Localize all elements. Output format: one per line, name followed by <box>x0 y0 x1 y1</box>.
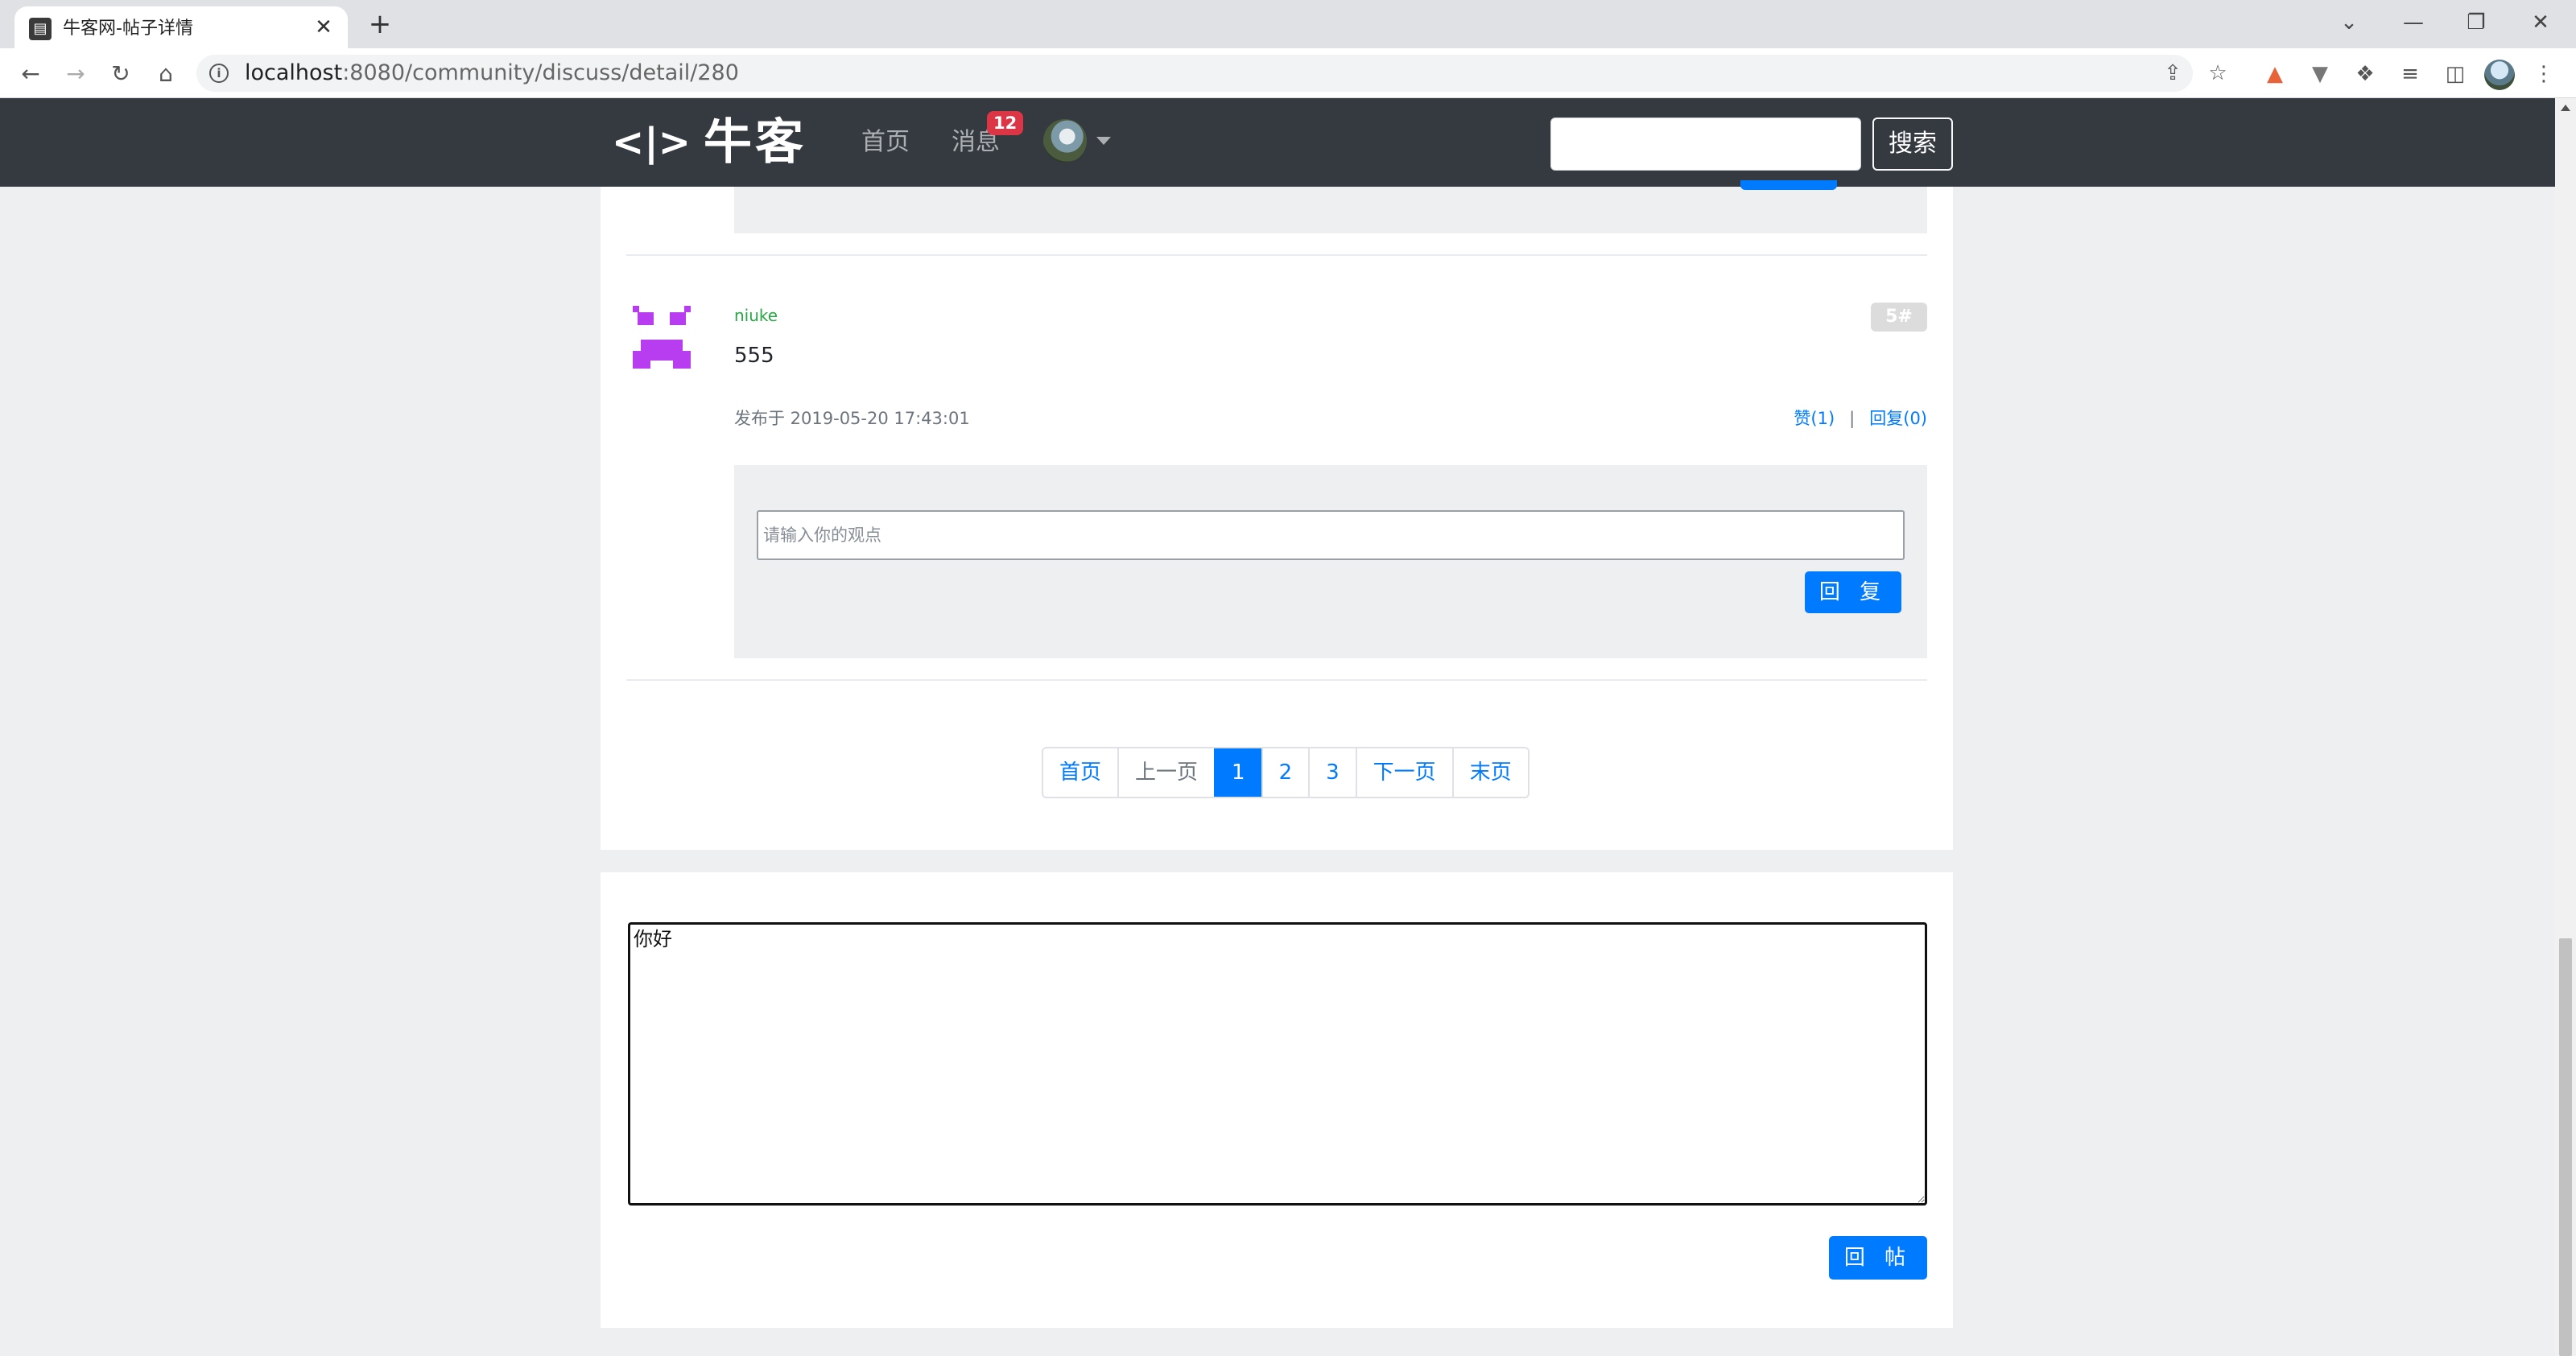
browser-tab[interactable]: ▤ 牛客网-帖子详情 ✕ <box>14 6 348 48</box>
pagination: 首页 上一页 1 2 3 下一页 末页 <box>1042 747 1530 798</box>
share-icon[interactable]: ⇪ <box>2157 58 2188 89</box>
post-reply-card: 你好 回 帖 <box>601 872 1953 1328</box>
message-count-badge: 12 <box>987 111 1024 135</box>
comments-card: niuke 5# 555 发布于 2019-05-20 17:43:01 赞(1… <box>601 180 1953 850</box>
site-navbar: <|> 牛客 首页 消息 12 搜索 <box>0 98 2555 187</box>
page-prev[interactable]: 上一页 <box>1117 748 1215 797</box>
comment-content: 555 <box>734 344 774 368</box>
post-reply-textarea[interactable]: 你好 <box>628 922 1927 1206</box>
comment-username[interactable]: niuke <box>734 304 778 327</box>
scroll-up-icon[interactable] <box>2561 105 2570 111</box>
page-first[interactable]: 首页 <box>1043 748 1118 797</box>
user-avatar[interactable] <box>1043 119 1087 163</box>
extension-icon[interactable]: ▲ <box>2259 58 2291 90</box>
page-last[interactable]: 末页 <box>1451 748 1528 797</box>
tab-title: 牛客网-帖子详情 <box>63 19 193 39</box>
window-close-icon[interactable]: ✕ <box>2523 5 2558 40</box>
reply-button[interactable]: 回 复 <box>1805 571 1901 613</box>
page-number[interactable]: 3 <box>1308 748 1356 797</box>
close-icon[interactable]: ✕ <box>311 14 336 40</box>
comment-actions: 赞(1) | 回复(0) <box>1794 407 1927 430</box>
chevron-down-icon[interactable] <box>1096 137 1111 145</box>
puzzle-icon[interactable]: ❖ <box>2349 58 2381 90</box>
scrollbar-thumb[interactable] <box>2559 938 2572 1356</box>
divider <box>626 679 1927 681</box>
floor-badge: 5# <box>1871 303 1927 332</box>
browser-tab-strip: ▤ 牛客网-帖子详情 ✕ + ⌄ — ❐ ✕ <box>0 0 2576 48</box>
nav-home-link[interactable]: 首页 <box>861 126 910 159</box>
divider <box>626 254 1927 256</box>
reply-box: 回 复 <box>734 465 1927 658</box>
minimize-icon[interactable]: — <box>2396 5 2431 40</box>
post-reply-button[interactable]: 回 帖 <box>1829 1236 1927 1280</box>
site-info-icon[interactable]: i <box>209 64 229 83</box>
address-bar[interactable]: i localhost:8080/community/discuss/detai… <box>196 55 2227 92</box>
previous-reply-box <box>734 180 1927 233</box>
logo-text: 牛客 <box>704 114 807 171</box>
forward-icon[interactable]: → <box>58 56 93 92</box>
page-number[interactable]: 2 <box>1261 748 1309 797</box>
tab-search-icon[interactable]: ⌄ <box>2331 5 2367 40</box>
home-icon[interactable]: ⌂ <box>148 56 184 92</box>
page-number-current[interactable]: 1 <box>1214 748 1261 797</box>
comment-timestamp: 发布于 2019-05-20 17:43:01 <box>734 409 970 428</box>
comment-avatar <box>633 303 691 370</box>
like-link[interactable]: 赞(1) <box>1794 409 1835 428</box>
search-input[interactable] <box>1550 117 1861 171</box>
browser-toolbar: ← → ↻ ⌂ i localhost:8080/community/discu… <box>0 48 2576 98</box>
vue-devtools-icon[interactable]: ▼ <box>2304 58 2336 90</box>
restore-icon[interactable]: ❐ <box>2458 5 2494 40</box>
profile-avatar[interactable] <box>2484 60 2515 90</box>
search-button[interactable]: 搜索 <box>1872 117 1953 171</box>
page-scrollbar[interactable] <box>2555 98 2576 1356</box>
reload-icon[interactable]: ↻ <box>103 56 138 92</box>
logo-mark-icon: <|> <box>612 120 691 165</box>
new-tab-icon[interactable]: + <box>364 8 396 40</box>
page-next[interactable]: 下一页 <box>1355 748 1452 797</box>
url-text[interactable]: localhost:8080/community/discuss/detail/… <box>245 61 739 85</box>
previous-reply-button[interactable] <box>1740 180 1837 190</box>
back-icon[interactable]: ← <box>13 56 48 92</box>
bookmark-star-icon[interactable]: ☆ <box>2202 58 2233 89</box>
page-icon: ▤ <box>29 18 52 40</box>
action-separator: | <box>1849 409 1856 428</box>
reply-count-link[interactable]: 回复(0) <box>1869 409 1927 428</box>
side-panel-icon[interactable]: ◫ <box>2439 58 2471 90</box>
menu-icon[interactable]: ⋮ <box>2528 58 2560 90</box>
reading-list-icon[interactable]: ≡ <box>2394 58 2426 90</box>
reply-input[interactable] <box>757 510 1905 560</box>
